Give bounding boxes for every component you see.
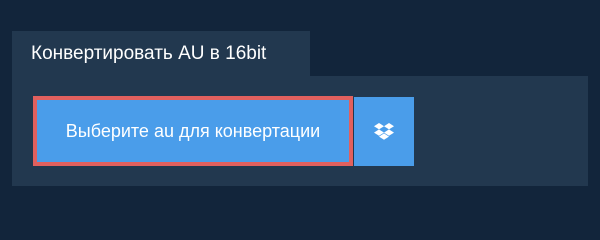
converter-page: Конвертировать AU в 16bit Выберите au дл… [0, 0, 600, 230]
tab-convert-au-to-16bit: Конвертировать AU в 16bit [12, 31, 310, 76]
upload-panel: Выберите au для конвертации [12, 76, 588, 186]
dropbox-button[interactable] [354, 97, 414, 166]
choose-file-button[interactable]: Выберите au для конвертации [33, 96, 353, 166]
choose-file-label: Выберите au для конвертации [65, 121, 321, 141]
dropbox-icon [374, 122, 394, 141]
tab-label: Конвертировать AU в 16bit [31, 43, 267, 64]
